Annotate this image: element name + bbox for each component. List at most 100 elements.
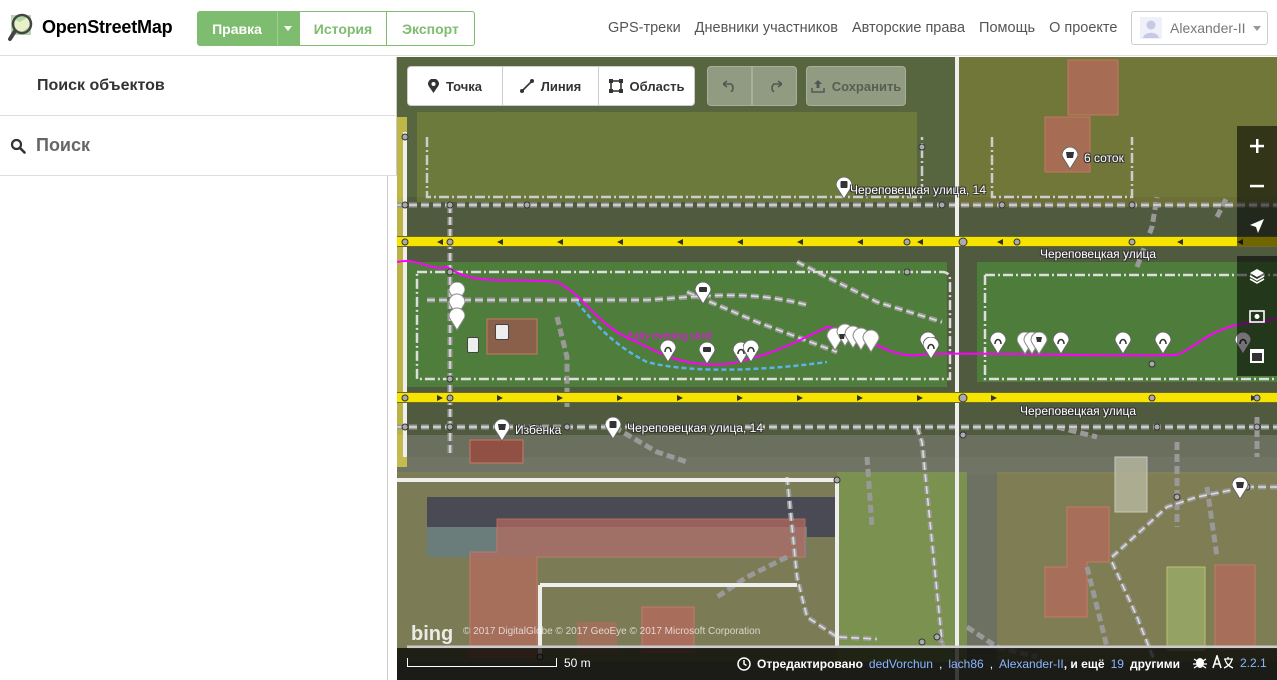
redo-icon [770, 80, 782, 92]
atm-point-icon[interactable] [467, 337, 479, 353]
plus-icon [1250, 139, 1264, 153]
osm-logo[interactable]: OpenStreetMap [8, 12, 173, 42]
add-point-label: Точка [445, 78, 483, 94]
history-button[interactable]: История [299, 11, 387, 46]
sidebar: Поиск объектов [0, 57, 397, 680]
sidebar-scrollbar[interactable] [387, 176, 397, 680]
add-line-button[interactable]: Линия [503, 66, 599, 106]
geolocate-button[interactable] [1237, 206, 1277, 246]
top-header: OpenStreetMap Правка История Экспорт GPS… [0, 0, 1277, 56]
map-canvas[interactable]: Череповецкая улица, 14 6 соток Череповец… [397, 57, 1277, 680]
scale-label: 50 m [564, 656, 591, 670]
save-button[interactable]: Сохранить [806, 66, 906, 106]
line-tool-icon [519, 79, 534, 93]
map-data-button[interactable] [1237, 296, 1277, 336]
nav-about[interactable]: О проекте [1049, 20, 1117, 36]
undo-button[interactable] [707, 66, 752, 106]
footer-tools [1192, 653, 1234, 672]
bus-stop-label-top: Череповецкая улица, 14 [850, 183, 987, 197]
zoom-in-button[interactable] [1237, 126, 1277, 166]
more-count-link[interactable]: 19 [1111, 657, 1124, 671]
map-data-icon [1249, 310, 1265, 323]
user-link-2[interactable]: lach86 [948, 657, 983, 671]
add-area-label: Область [629, 78, 685, 94]
poi-pin-icon[interactable] [605, 417, 621, 439]
panel-icon [1250, 349, 1264, 363]
poi-pin-icon[interactable] [494, 419, 510, 441]
redo-button[interactable] [752, 66, 797, 106]
zoom-out-button[interactable] [1237, 166, 1277, 206]
location-arrow-icon [1250, 219, 1264, 233]
search-icon [10, 138, 26, 154]
area-tool-icon [608, 79, 623, 93]
logo-text: OpenStreetMap [42, 16, 173, 37]
caret-down-icon [284, 26, 292, 31]
poi-pin-icon[interactable] [660, 340, 676, 362]
magnifier-logo-icon [8, 13, 33, 41]
nav-gps-traces[interactable]: GPS-треки [608, 20, 681, 36]
poi-cluster-icon[interactable] [449, 282, 465, 332]
edited-prefix: Отредактировано [757, 657, 863, 671]
poi-pin-icon[interactable] [1155, 332, 1171, 354]
poi-pin-icon[interactable] [1115, 332, 1131, 354]
map-marker-icon [427, 79, 439, 93]
poi-pin-icon[interactable] [1232, 477, 1248, 499]
nav-help[interactable]: Помощь [979, 20, 1035, 36]
poi-pin-icon[interactable] [1062, 147, 1078, 169]
add-area-button[interactable]: Область [599, 66, 695, 106]
and-more-prefix: , и ещё [1063, 657, 1105, 671]
nav-copyright[interactable]: Авторские права [852, 20, 965, 36]
background-layers-button[interactable] [1237, 256, 1277, 296]
save-label: Сохранить [831, 78, 902, 94]
version-link[interactable]: 2.2.1 [1240, 656, 1267, 670]
history-toolbar [707, 66, 797, 106]
user-link-1[interactable]: dedVorchun [869, 657, 933, 671]
user-menu-button[interactable]: Alexander-II [1131, 11, 1268, 45]
nav-user-diaries[interactable]: Дневники участников [695, 20, 838, 36]
upload-icon [810, 80, 825, 93]
undo-icon [722, 80, 734, 92]
imagery-copyright: © 2017 DigitalGlobe © 2017 GeoEye © 2017… [463, 626, 761, 637]
edit-menu-toggle[interactable] [277, 11, 299, 46]
map-nav-controls [1237, 126, 1277, 246]
clock-icon [737, 657, 751, 671]
poi-pin-icon[interactable] [1053, 332, 1069, 354]
street-label-top: Череповецкая улица [1040, 247, 1156, 261]
more-suffix: другими [1129, 657, 1181, 671]
shop-label-izbenka: Избёнка [515, 423, 562, 437]
add-point-button[interactable]: Точка [407, 66, 503, 106]
app-root: OpenStreetMap Правка История Экспорт GPS… [0, 0, 1277, 680]
poi-pin-icon[interactable] [743, 340, 759, 362]
user-link-3[interactable]: Alexander-II [999, 657, 1064, 671]
edit-attribution: Отредактировано dedVorchun, lach86, Alex… [737, 648, 1180, 680]
draw-toolbar: Точка Линия Область [407, 66, 695, 106]
poi-pin-icon[interactable] [923, 337, 939, 359]
poi-cluster-icon[interactable] [825, 320, 887, 360]
edit-button-group: Правка История Экспорт [197, 11, 475, 46]
edit-button[interactable]: Правка [197, 11, 277, 46]
save-toolbar: Сохранить [806, 66, 906, 106]
charging-point-icon[interactable] [495, 324, 509, 340]
shop-label-6sotok: 6 соток [1084, 151, 1124, 165]
bug-icon[interactable] [1192, 655, 1208, 669]
bus-stop-label-bottom: Череповецкая улица, 14 [627, 421, 764, 435]
layers-icon [1249, 269, 1265, 284]
poi-pin-icon[interactable] [695, 282, 711, 304]
poi-pin-icon[interactable] [990, 332, 1006, 354]
map-footer: 50 m Отредактировано dedVorchun, lach86,… [397, 648, 1277, 680]
sidebar-title: Поиск объектов [37, 77, 165, 94]
scale-bar[interactable] [407, 658, 557, 667]
issues-button[interactable] [1237, 336, 1277, 376]
feature-search-input[interactable] [36, 135, 366, 156]
user-name: Alexander-II [1170, 20, 1246, 36]
user-avatar-icon [1140, 17, 1162, 39]
translate-icon[interactable] [1212, 653, 1234, 669]
add-line-label: Линия [540, 78, 582, 94]
search-row [0, 116, 397, 176]
map-imagery[interactable] [397, 57, 1277, 680]
export-button[interactable]: Экспорт [387, 11, 475, 46]
poi-cluster-icon[interactable] [1017, 332, 1055, 358]
bing-logo: bing [411, 623, 454, 645]
top-nav: GPS-треки Дневники участников Авторские … [608, 0, 1131, 56]
poi-pin-icon[interactable] [699, 342, 715, 364]
